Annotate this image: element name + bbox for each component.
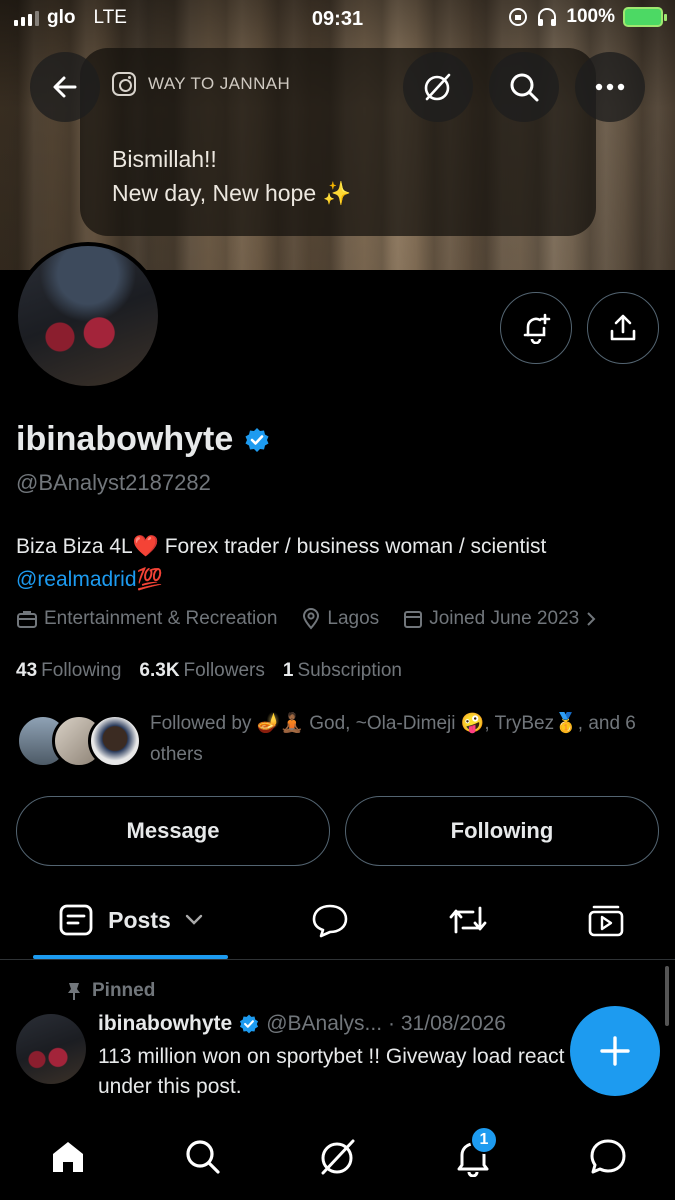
bio-text: Biza Biza 4L❤️ Forex trader / business w… [16, 535, 547, 558]
grok-icon [424, 73, 451, 101]
following-count: 43 [16, 660, 38, 681]
profile-handle: @BAnalyst2187282 [16, 470, 211, 495]
profile-avatar[interactable] [14, 242, 162, 390]
notifications-badge: 1 [470, 1126, 498, 1154]
following-count-link[interactable]: 43 Following [16, 660, 121, 682]
grok-button[interactable] [403, 52, 473, 122]
pinned-text: Pinned [92, 980, 156, 1001]
banner-line-2: New day, New hope ✨ [112, 180, 352, 206]
more-icon [595, 83, 625, 91]
profile-name: ibinabowhyte [16, 420, 271, 459]
search-button[interactable] [489, 52, 559, 122]
nav-grok[interactable] [313, 1132, 363, 1182]
subscription-label: Subscription [297, 660, 402, 681]
nav-messages[interactable] [583, 1132, 633, 1182]
follow-counts: 43 Following 6.3K Followers 1 Subscription [16, 660, 402, 682]
battery-icon [623, 7, 667, 27]
tab-replies[interactable] [300, 880, 360, 960]
message-button[interactable]: Message [16, 796, 330, 866]
post-author-name[interactable]: ibinabowhyte [98, 1012, 232, 1036]
avatar [88, 714, 142, 768]
arrow-left-icon [53, 76, 77, 98]
following-label: Following [41, 660, 122, 681]
profile-joined: Joined June 2023 [429, 608, 580, 629]
profile-location: Lagos [327, 608, 380, 629]
banner-line-1: Bismillah!! [112, 146, 217, 172]
pinned-label: Pinned [66, 980, 155, 1002]
nav-notifications[interactable]: 1 [448, 1126, 498, 1182]
bio-link[interactable]: @realmadrid [16, 568, 137, 591]
posts-icon [59, 904, 93, 936]
bottom-navigation: 1 [0, 1112, 675, 1200]
tab-posts[interactable]: Posts [33, 880, 228, 960]
bio-emoji: 💯 [136, 568, 163, 591]
post-author-handle: @BAnalys... [266, 1012, 383, 1035]
profile-bio: Biza Biza 4L❤️ Forex trader / business w… [16, 530, 661, 596]
post-date: · 31/08/2026 [388, 1012, 506, 1035]
chevron-right-icon [587, 612, 596, 626]
more-button[interactable] [575, 52, 645, 122]
followers-label: Followers [183, 660, 265, 681]
followers-count: 6.3K [139, 660, 180, 681]
profile-tabs: Posts [0, 880, 675, 960]
post-header: ibinabowhyte @BAnalys... · 31/08/2026 [98, 1012, 506, 1036]
post-author-avatar[interactable] [16, 1014, 86, 1084]
back-button[interactable] [30, 52, 100, 122]
followers-count-link[interactable]: 6.3K Followers [139, 660, 264, 682]
share-icon [610, 314, 636, 341]
verified-badge-icon [245, 427, 269, 452]
instagram-icon [112, 72, 136, 96]
search-icon [510, 73, 539, 102]
joined-date-link[interactable]: Joined June 2023 [403, 608, 597, 630]
banner-brand: WAY TO JANNAH [112, 72, 290, 96]
repost-icon [449, 906, 487, 934]
chevron-down-icon [185, 914, 203, 925]
media-icon [588, 905, 624, 937]
nav-search[interactable] [178, 1132, 228, 1182]
tab-media[interactable] [576, 880, 636, 960]
verified-badge-icon [240, 1014, 259, 1034]
active-tab-indicator [33, 955, 228, 959]
messages-icon [590, 1139, 626, 1174]
scrollbar[interactable] [665, 966, 669, 1026]
tab-posts-label: Posts [108, 906, 171, 933]
followed-by-text[interactable]: Followed by 🪔🧘🏾 God, ~Ola-Dimeji 🤪, TryB… [150, 708, 650, 770]
pin-icon [68, 983, 80, 1000]
reply-icon [312, 904, 348, 938]
briefcase-icon [17, 611, 37, 628]
orientation-lock-icon [509, 8, 528, 26]
location-icon [303, 608, 320, 630]
calendar-icon [404, 611, 423, 628]
profile-category: Entertainment & Recreation [44, 608, 278, 629]
headphones-icon [538, 8, 557, 26]
status-bar: glo LTE 09:31 100% [0, 0, 675, 40]
post-text[interactable]: 113 million won on sportybet !! Giveway … [98, 1042, 578, 1102]
plus-icon [600, 1036, 630, 1066]
subscription-count: 1 [282, 660, 294, 681]
banner-text: Bismillah!! New day, New hope ✨ [112, 142, 351, 210]
search-icon [186, 1140, 220, 1174]
bell-plus-icon [523, 313, 551, 344]
tab-reposts[interactable] [438, 880, 498, 960]
notify-button[interactable] [500, 292, 572, 364]
grok-icon [321, 1139, 355, 1175]
display-name: ibinabowhyte [16, 420, 234, 458]
mutual-followers-avatars[interactable] [16, 714, 142, 768]
share-button[interactable] [587, 292, 659, 364]
nav-home[interactable] [43, 1132, 93, 1182]
battery-percent: 100% [566, 6, 615, 27]
profile-meta: Entertainment & Recreation Lagos Joined … [16, 608, 597, 630]
following-button[interactable]: Following [345, 796, 659, 866]
banner-brand-text: WAY TO JANNAH [148, 74, 291, 93]
subscription-count-link[interactable]: 1 Subscription [283, 660, 402, 682]
compose-button[interactable] [570, 1006, 660, 1096]
home-icon [53, 1142, 83, 1172]
